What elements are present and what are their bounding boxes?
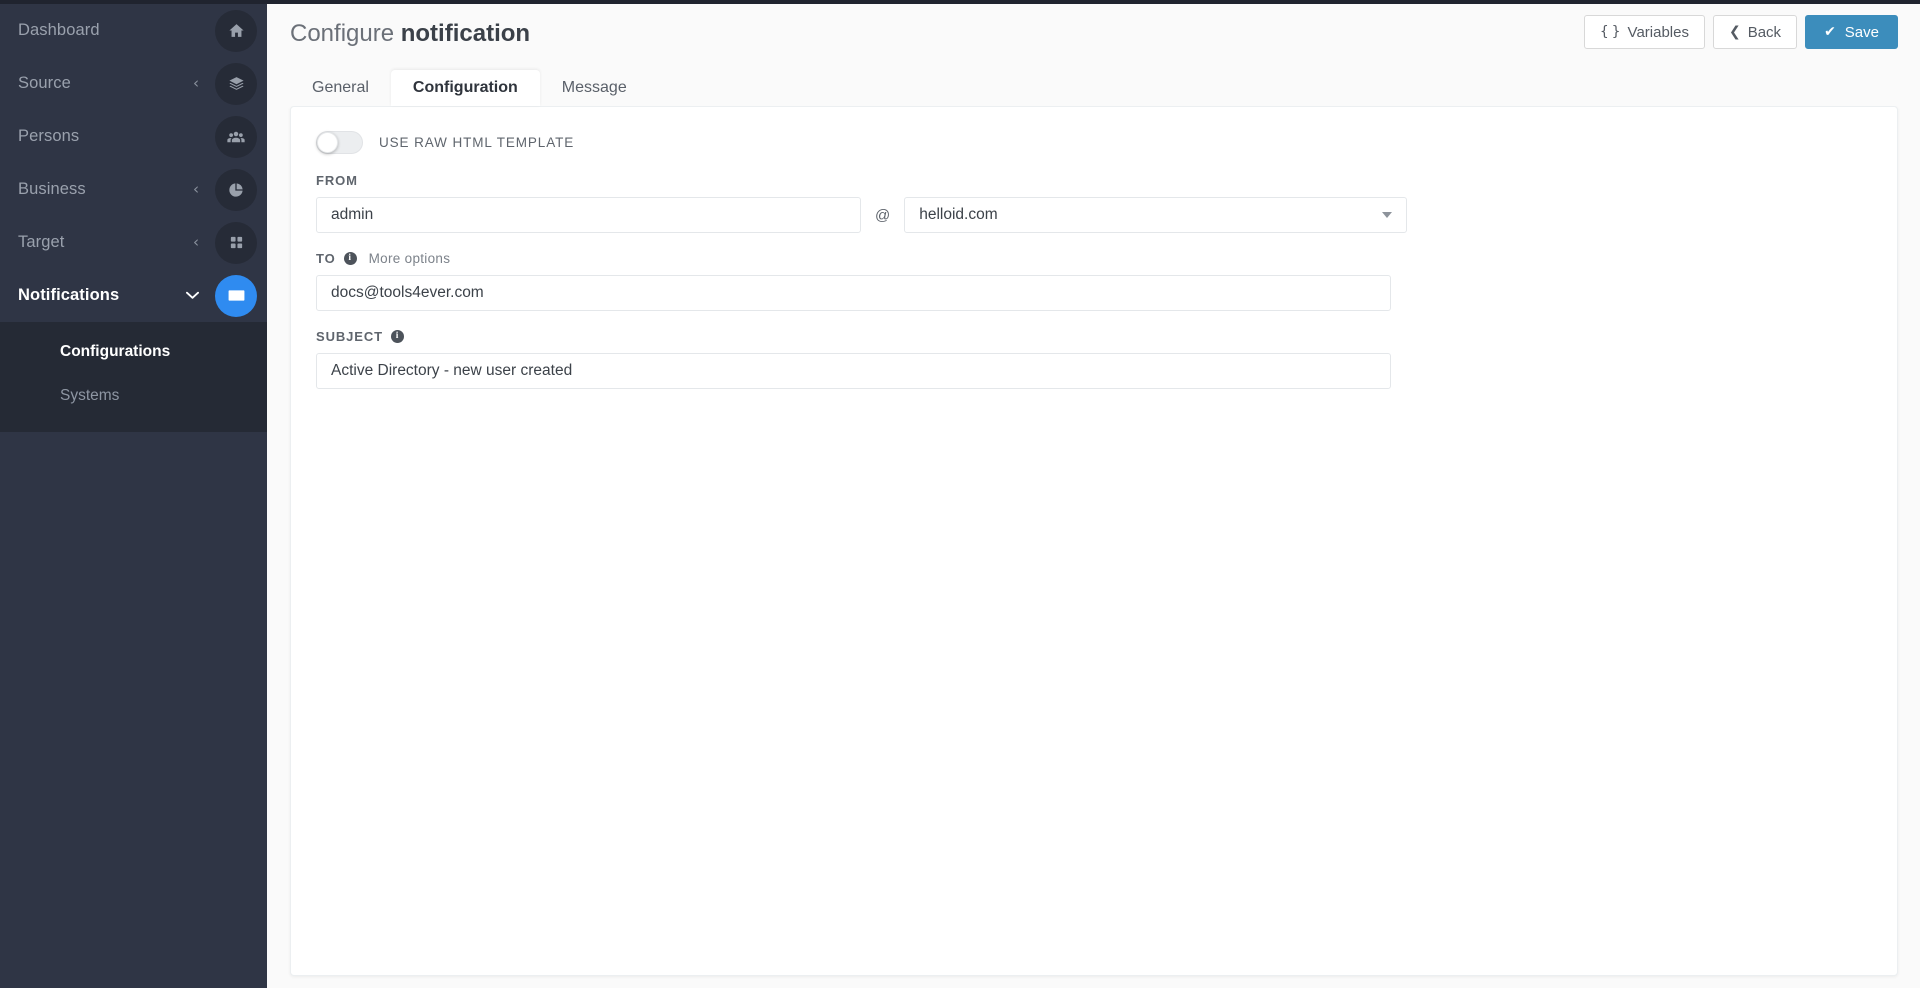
use-raw-html-template-toggle[interactable]: [316, 130, 363, 154]
tab-bar: General Configuration Message: [267, 70, 1920, 106]
variables-button-label: Variables: [1627, 23, 1689, 41]
at-sign-icon: @: [875, 206, 891, 224]
info-icon[interactable]: i: [343, 252, 357, 265]
home-icon: [215, 9, 257, 52]
sidebar-item-label: Notifications: [18, 286, 120, 304]
sidebar-item-label: Dashboard: [18, 21, 100, 39]
configuration-panel: USE RAW HTML TEMPLATE FROM admin @ hello…: [290, 106, 1898, 976]
tab-message[interactable]: Message: [540, 70, 649, 106]
main-content: Configure notification { } Variables ❮ B…: [267, 0, 1920, 988]
to-value: docs@tools4ever.com: [331, 284, 484, 301]
sidebar-subitem-label: Configurations: [60, 343, 171, 360]
page-title: Configure notification: [290, 20, 530, 48]
back-button-label: Back: [1747, 23, 1782, 41]
sidebar-item-persons[interactable]: Persons: [0, 110, 267, 163]
sidebar-item-target[interactable]: Target ‹: [0, 216, 267, 269]
tab-label: Message: [561, 79, 627, 96]
panel-wrapper: USE RAW HTML TEMPLATE FROM admin @ hello…: [267, 106, 1920, 988]
from-row: admin @ helloid.com: [316, 197, 1872, 233]
sidebar-item-label: Target: [18, 233, 65, 251]
from-label: FROM: [316, 173, 1872, 188]
variables-button[interactable]: { } Variables: [1583, 15, 1705, 49]
sidebar-item-label: Business: [18, 180, 86, 198]
chevron-down-icon: [186, 288, 199, 303]
use-raw-html-template-label: USE RAW HTML TEMPLATE: [379, 134, 575, 150]
from-local-part-value: admin: [331, 206, 374, 223]
subject-label: SUBJECT i: [316, 329, 1872, 344]
users-icon: [215, 115, 257, 158]
chevron-left-icon: ‹: [193, 180, 199, 198]
chevron-left-icon: ❮: [1728, 24, 1741, 40]
sidebar-item-configurations[interactable]: Configurations: [0, 330, 267, 374]
subject-input[interactable]: Active Directory - new user created: [316, 353, 1391, 389]
save-button[interactable]: ✔ Save: [1805, 15, 1898, 49]
page-title-prefix: Configure: [290, 20, 401, 47]
sidebar-item-dashboard[interactable]: Dashboard: [0, 4, 267, 57]
sidebar-subitem-label: Systems: [60, 387, 120, 404]
sidebar-item-business[interactable]: Business ‹: [0, 163, 267, 216]
info-icon[interactable]: i: [390, 330, 404, 343]
from-label-text: FROM: [316, 173, 358, 188]
sidebar-item-notifications[interactable]: Notifications: [0, 269, 267, 322]
sidebar: Dashboard Source ‹ Persons Business ‹ Ta…: [0, 0, 267, 988]
save-button-label: Save: [1844, 23, 1879, 41]
pie-chart-icon: [215, 168, 257, 211]
chevron-left-icon: ‹: [193, 74, 199, 92]
to-field-group: TO i More options docs@tools4ever.com: [316, 251, 1872, 311]
from-local-part-input[interactable]: admin: [316, 197, 861, 233]
tab-general[interactable]: General: [290, 70, 391, 106]
layers-icon: [215, 62, 257, 105]
from-domain-value: helloid.com: [919, 206, 998, 223]
page-header: Configure notification { } Variables ❮ B…: [267, 4, 1920, 70]
chevron-left-icon: ‹: [193, 233, 199, 251]
sidebar-item-source[interactable]: Source ‹: [0, 57, 267, 110]
tab-label: Configuration: [412, 79, 518, 96]
subject-label-text: SUBJECT: [316, 329, 383, 344]
check-icon: ✔: [1824, 24, 1836, 40]
sidebar-item-systems[interactable]: Systems: [0, 374, 267, 418]
tab-configuration[interactable]: Configuration: [390, 70, 540, 106]
from-field-group: FROM admin @ helloid.com: [316, 173, 1872, 233]
from-domain-select[interactable]: helloid.com: [904, 197, 1408, 233]
subject-value: Active Directory - new user created: [331, 362, 573, 379]
page-title-strong: notification: [400, 20, 531, 47]
sidebar-submenu-notifications: Configurations Systems: [0, 322, 267, 432]
raw-html-toggle-row: USE RAW HTML TEMPLATE: [316, 129, 1872, 155]
sidebar-item-label: Source: [18, 74, 71, 92]
tab-label: General: [312, 79, 369, 96]
braces-icon: { }: [1599, 24, 1621, 40]
toggle-knob: [317, 131, 338, 153]
more-options-link[interactable]: More options: [369, 251, 451, 266]
grid-icon: [215, 221, 257, 264]
to-label: TO i More options: [316, 251, 1872, 266]
to-input[interactable]: docs@tools4ever.com: [316, 275, 1391, 311]
envelope-icon: [215, 274, 257, 317]
chevron-down-icon: [1382, 212, 1393, 218]
back-button[interactable]: ❮ Back: [1712, 15, 1798, 49]
header-actions: { } Variables ❮ Back ✔ Save: [1583, 15, 1898, 49]
app-root: Dashboard Source ‹ Persons Business ‹ Ta…: [0, 0, 1920, 988]
sidebar-item-label: Persons: [18, 127, 80, 145]
subject-field-group: SUBJECT i Active Directory - new user cr…: [316, 329, 1872, 389]
to-label-text: TO: [316, 251, 336, 266]
